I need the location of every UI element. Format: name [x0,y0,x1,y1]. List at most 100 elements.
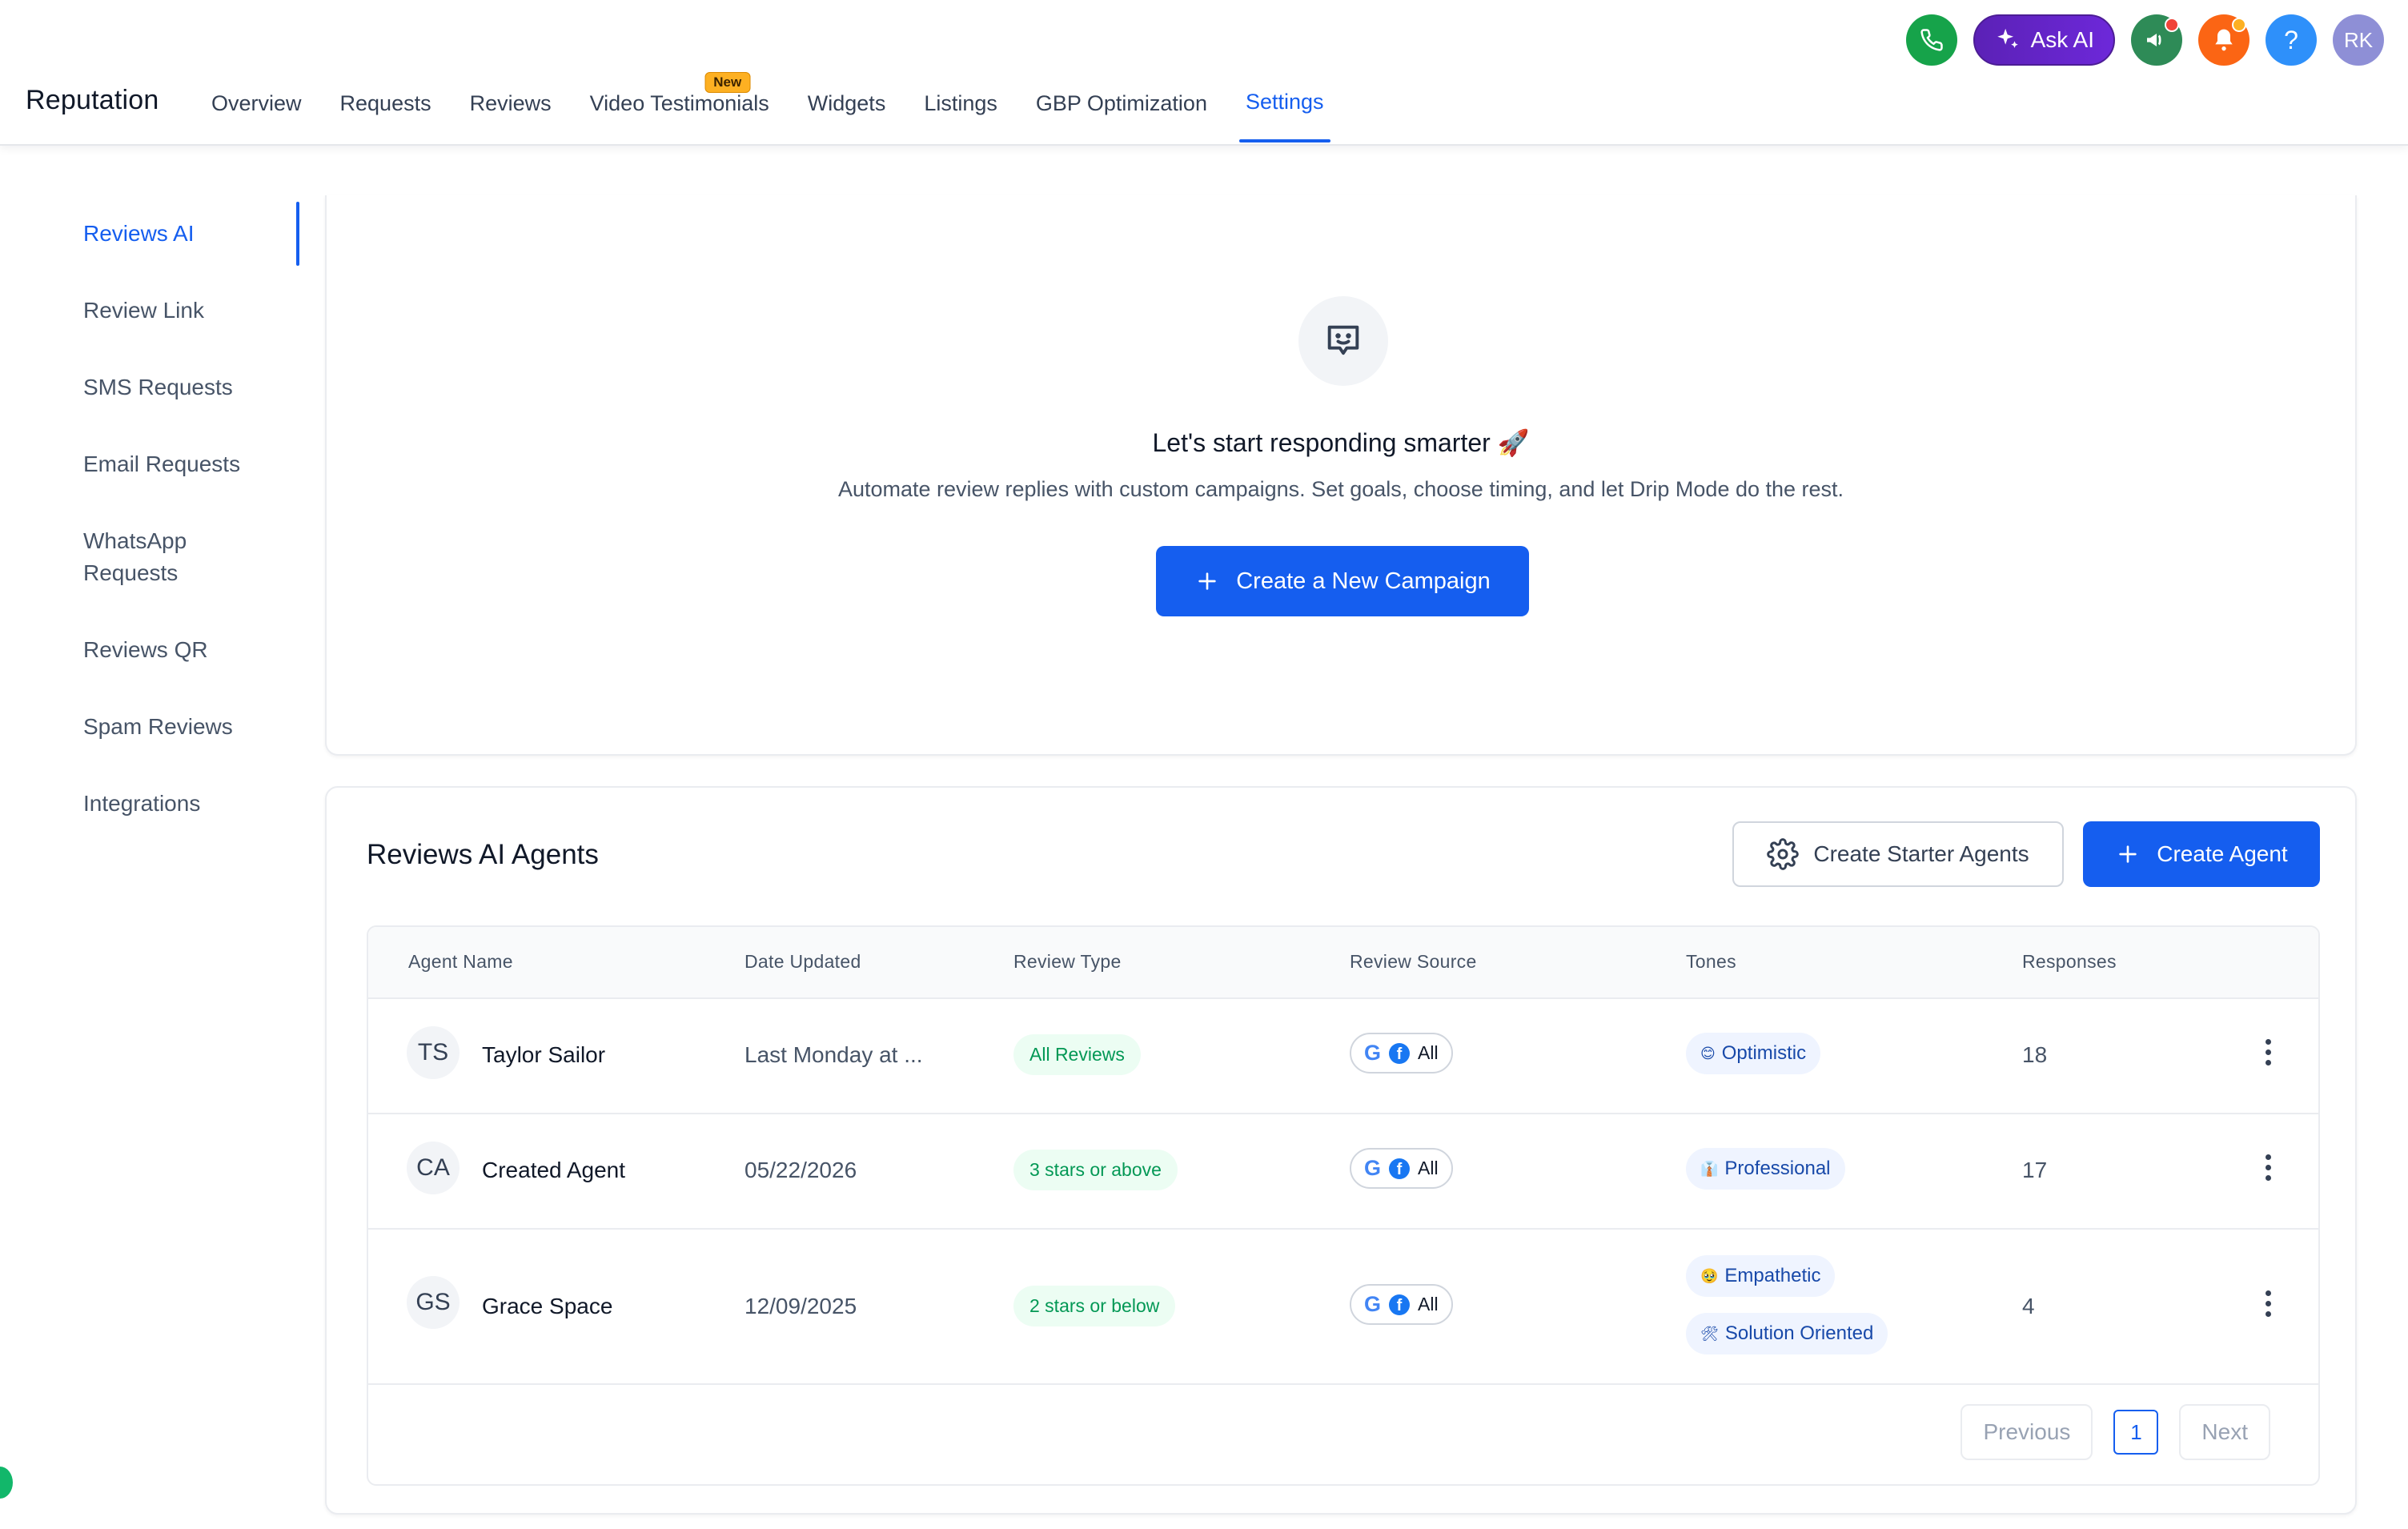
notification-dot [2165,18,2179,32]
date-updated: 12/09/2025 [744,1294,857,1318]
create-starter-agents-label: Create Starter Agents [1813,841,2029,866]
more-options-icon[interactable] [2266,1039,2271,1065]
date-updated: 05/22/2026 [744,1158,857,1182]
nav-gbp-optimization[interactable]: GBP Optimization [1017,0,1226,146]
page-number-button[interactable]: 1 [2113,1410,2159,1455]
column-header: Agent Name [408,951,513,972]
top-header: Reputation Overview Requests Reviews New… [0,0,2408,146]
agent-name: Grace Space [482,1294,613,1318]
agents-card: Reviews AI Agents Create Starter Agents … [325,786,2357,1515]
nav-label: Requests [339,91,431,115]
next-page-button[interactable]: Next [2179,1404,2270,1460]
create-agent-label: Create Agent [2157,841,2288,866]
announcements-button[interactable] [2131,14,2182,66]
column-header: Review Source [1350,951,1477,972]
brand-title: Reputation [26,85,159,115]
sidebar-item-review-link[interactable]: Review Link [0,295,301,327]
responses-count: 4 [2022,1294,2035,1318]
app-root: Reputation Overview Requests Reviews New… [0,0,2408,1529]
main-nav: Overview Requests Reviews New Video Test… [192,0,1343,146]
google-icon: G [1364,1292,1382,1316]
header-actions: Ask AI ? RK [1905,14,2384,66]
previous-page-button[interactable]: Previous [1961,1404,2093,1460]
pagination: Previous 1 Next [1961,1404,2270,1460]
bell-icon [2215,29,2233,51]
nav-widgets[interactable]: Widgets [789,0,905,146]
tone-badge: 👔 Professional [1686,1148,1845,1190]
nav-requests[interactable]: Requests [321,0,451,146]
nav-label: GBP Optimization [1035,91,1207,115]
phone-button[interactable] [1905,14,1957,66]
more-options-icon[interactable] [2266,1290,2271,1317]
tone-label: Professional [1724,1158,1831,1179]
facebook-icon: f [1389,1042,1411,1064]
create-starter-agents-button[interactable]: Create Starter Agents [1732,821,2064,887]
review-source-chip: G f All [1350,1148,1453,1189]
source-label: All [1418,1158,1439,1178]
tone-emoji: 😊 [1700,1045,1716,1061]
nav-label: Listings [924,91,997,115]
nav-label: Video Testimonials [589,91,769,115]
facebook-icon: f [1389,1158,1411,1179]
tone-label: Optimistic [1721,1042,1807,1064]
nav-overview[interactable]: Overview [192,0,321,146]
google-icon: G [1364,1041,1382,1065]
tone-badge: 🛠 Solution Oriented [1686,1313,1888,1354]
campaign-empty-state: Let's start responding smarter 🚀 Automat… [325,195,2357,756]
more-options-icon[interactable] [2266,1154,2271,1181]
review-type-badge: All Reviews [1013,1034,1141,1075]
table-row[interactable]: TS Taylor Sailor Last Monday at ... All … [368,999,2318,1114]
help-button[interactable]: ? [2266,14,2317,66]
sidebar-item-spam-reviews[interactable]: Spam Reviews [0,711,301,743]
agents-table: Agent Name Date Updated Review Type Revi… [367,925,2320,1486]
gear-icon [1767,838,1800,870]
nav-label: Reviews [469,91,552,115]
notification-dot [2232,18,2246,32]
column-header: Review Type [1013,951,1122,972]
sidebar-item-integrations[interactable]: Integrations [0,788,301,820]
create-agent-button[interactable]: Create Agent [2083,821,2320,887]
tone-emoji: 🥹 [1700,1267,1719,1284]
ask-ai-button[interactable]: Ask AI [1973,14,2115,66]
user-avatar[interactable]: RK [2333,14,2384,66]
sparkle-icon [1997,28,2018,48]
sidebar-item-reviews-ai[interactable]: Reviews AI [0,202,301,266]
settings-sidebar: Reviews AI Review Link SMS Requests Emai… [0,200,301,820]
sidebar-item-sms-requests[interactable]: SMS Requests [0,371,301,403]
nav-video-testimonials[interactable]: New Video Testimonials [571,0,789,146]
review-source-chip: G f All [1350,1033,1453,1074]
source-label: All [1418,1042,1439,1063]
table-row[interactable]: CA Created Agent 05/22/2026 3 stars or a… [368,1114,2318,1230]
notifications-button[interactable] [2198,14,2249,66]
agent-initials: GS [407,1276,460,1329]
review-type-badge: 2 stars or below [1013,1286,1176,1326]
agents-title: Reviews AI Agents [367,839,599,870]
sidebar-item-email-requests[interactable]: Email Requests [0,448,301,480]
sidebar-item-reviews-qr[interactable]: Reviews QR [0,634,301,666]
chat-smile-icon [1298,296,1388,386]
status-indicator [0,1467,13,1499]
table-row[interactable]: GS Grace Space 12/09/2025 2 stars or bel… [368,1230,2318,1385]
tone-badge: 🥹 Empathetic [1686,1255,1836,1297]
empty-state-subtitle: Automate review replies with custom camp… [837,477,1844,501]
agent-name: Created Agent [482,1158,626,1182]
facebook-icon: f [1389,1294,1411,1315]
column-header: Responses [2022,951,2117,972]
phone-icon [1920,29,1943,51]
create-campaign-button[interactable]: Create a New Campaign [1156,546,1529,616]
agent-initials: CA [407,1142,460,1194]
plus-icon [2119,845,2137,863]
nav-label: Settings [1245,90,1324,114]
new-badge: New [704,72,751,93]
column-header: Tones [1686,951,1736,972]
avatar-initials: RK [2343,27,2374,52]
help-icon: ? [2284,25,2298,54]
nav-reviews[interactable]: Reviews [451,0,571,146]
nav-settings[interactable]: Settings [1226,0,1343,146]
plus-icon [1198,572,1216,590]
ask-ai-label: Ask AI [2030,27,2094,52]
tone-label: Empathetic [1724,1265,1821,1286]
nav-listings[interactable]: Listings [905,0,1017,146]
sidebar-item-whatsapp-requests[interactable]: WhatsApp Requests [0,525,240,589]
tone-emoji: 🛠 [1700,1325,1719,1342]
